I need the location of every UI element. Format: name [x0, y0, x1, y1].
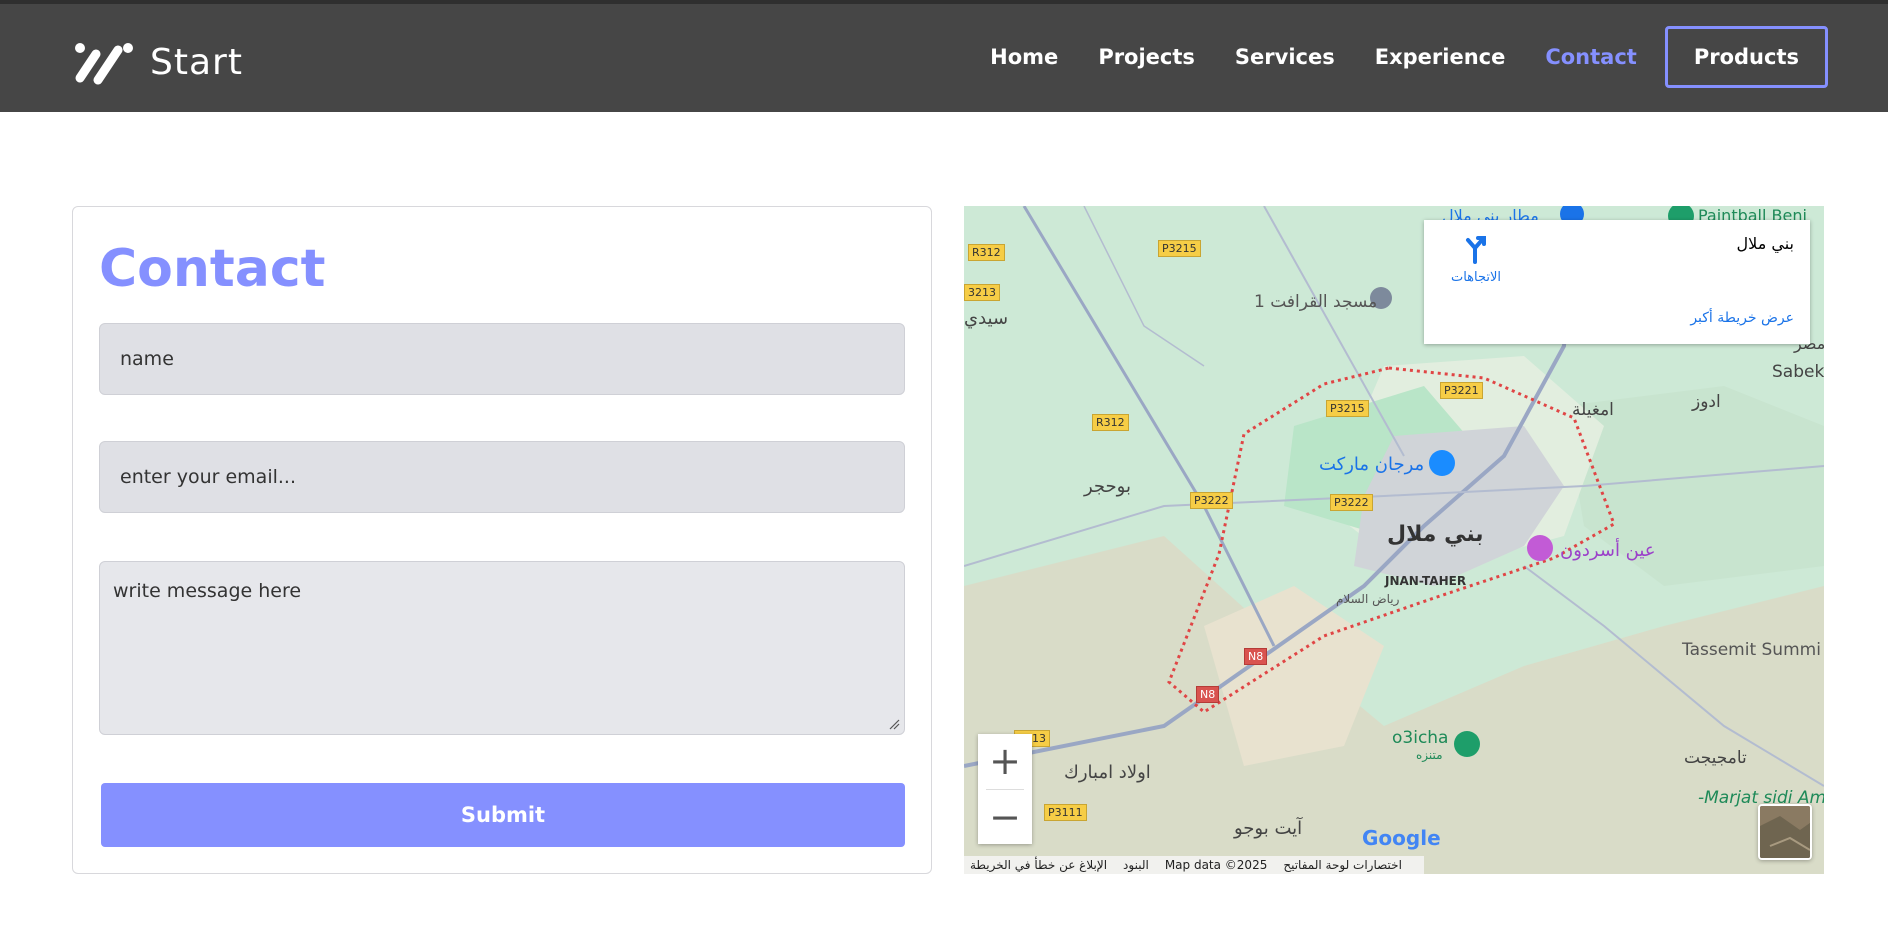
place-ain-asserdoun: عين أسردون [1560, 540, 1656, 561]
place-marjane: مرجان ماركت [1319, 454, 1425, 475]
place-jnan-taher: JNAN-TAHER [1385, 574, 1467, 588]
road-r312-b: R312 [1092, 414, 1129, 431]
road-p3221: P3221 [1440, 382, 1483, 399]
map-info-card: بني ملال الاتجاهات عرض خريطة أكبر [1424, 220, 1810, 344]
info-place-title: بني ملال [1736, 234, 1794, 253]
place-o3icha: o3icha [1392, 728, 1449, 748]
top-navbar: Start Home Projects Services Experience … [0, 0, 1888, 112]
road-p3222-a: P3222 [1190, 492, 1233, 509]
main-nav: Home Projects Services Experience Contac… [950, 26, 1828, 88]
place-tassemit: Tassemit Summi [1682, 640, 1821, 660]
contact-form-card: Contact name enter your email... write m… [72, 206, 932, 874]
satellite-toggle-button[interactable] [1758, 804, 1812, 860]
email-input[interactable]: enter your email... [99, 441, 905, 513]
place-tamjiijt: تامجيجت [1684, 748, 1747, 768]
zoom-out-button[interactable]: − [978, 790, 1032, 844]
products-button[interactable]: Products [1664, 26, 1828, 88]
road-p3215-a: P3215 [1158, 240, 1201, 257]
nav-services[interactable]: Services [1235, 45, 1335, 69]
place-ait-bouguemez: آيت بوجو [1234, 818, 1303, 839]
zoom-in-button[interactable]: + [978, 734, 1032, 788]
road-r312-a: R312 [968, 244, 1005, 261]
park-marker-icon [1454, 731, 1480, 757]
directions-link[interactable]: الاتجاهات [1436, 270, 1516, 285]
submit-button[interactable]: Submit [101, 783, 905, 847]
place-sidi: سيدي [964, 308, 1009, 329]
brand-logo-icon [75, 43, 133, 85]
resize-handle-icon[interactable] [888, 718, 900, 730]
view-larger-map-link[interactable]: عرض خريطة أكبر [1690, 310, 1794, 326]
road-n8-b: N8 [1196, 686, 1220, 703]
place-adouz: ادوز [1692, 392, 1721, 412]
place-oulad-mbarek: اولاد امبارك [1064, 762, 1151, 783]
footer-shortcuts-link[interactable]: اختصارات لوحة المفاتيح [1283, 858, 1402, 872]
place-bouhajjar: بوحجر [1084, 476, 1131, 497]
nav-experience[interactable]: Experience [1375, 45, 1506, 69]
road-p3111: P3111 [1044, 804, 1087, 821]
road-p3213-a: 3213 [964, 284, 1000, 301]
map-footer: الإبلاغ عن خطأ في الخريطة البنود Map dat… [964, 856, 1424, 874]
place-mosque: مسجد القرافت 1 [1254, 292, 1378, 312]
contact-title: Contact [99, 239, 326, 299]
nav-projects[interactable]: Projects [1098, 45, 1195, 69]
place-sabek: Sabek [1772, 362, 1824, 382]
shopping-marker-icon [1429, 450, 1455, 476]
place-beni-mellal: بني ملال [1387, 522, 1484, 547]
zoom-controls: + − [978, 734, 1032, 844]
footer-terms-link[interactable]: البنود [1123, 858, 1149, 872]
place-amghila: امغيلة [1572, 400, 1614, 420]
message-textarea[interactable]: write message here [99, 561, 905, 735]
footer-report-link[interactable]: الإبلاغ عن خطأ في الخريطة [970, 858, 1107, 872]
embedded-map[interactable]: مسجد القرافت 1 مرجان ماركت بني ملال JNAN… [964, 206, 1824, 874]
brand-name: Start [150, 41, 243, 83]
brand[interactable]: Start [72, 38, 243, 86]
road-n8-a: N8 [1244, 648, 1268, 665]
message-placeholder: write message here [113, 580, 302, 602]
nav-home[interactable]: Home [990, 45, 1058, 69]
place-riad-salam: رياض السلام [1336, 592, 1400, 606]
nav-contact[interactable]: Contact [1545, 45, 1637, 69]
camera-marker-icon [1527, 535, 1553, 561]
satellite-thumbnail-icon [1760, 806, 1810, 858]
road-p3215-b: P3215 [1326, 400, 1369, 417]
road-p3222-b: P3222 [1330, 494, 1373, 511]
directions-icon[interactable] [1460, 234, 1490, 264]
place-o3icha-ar: متنزه [1416, 748, 1443, 762]
name-input[interactable]: name [99, 323, 905, 395]
footer-map-data: Map data ©2025 [1164, 858, 1268, 872]
google-logo: Google [1362, 826, 1441, 850]
